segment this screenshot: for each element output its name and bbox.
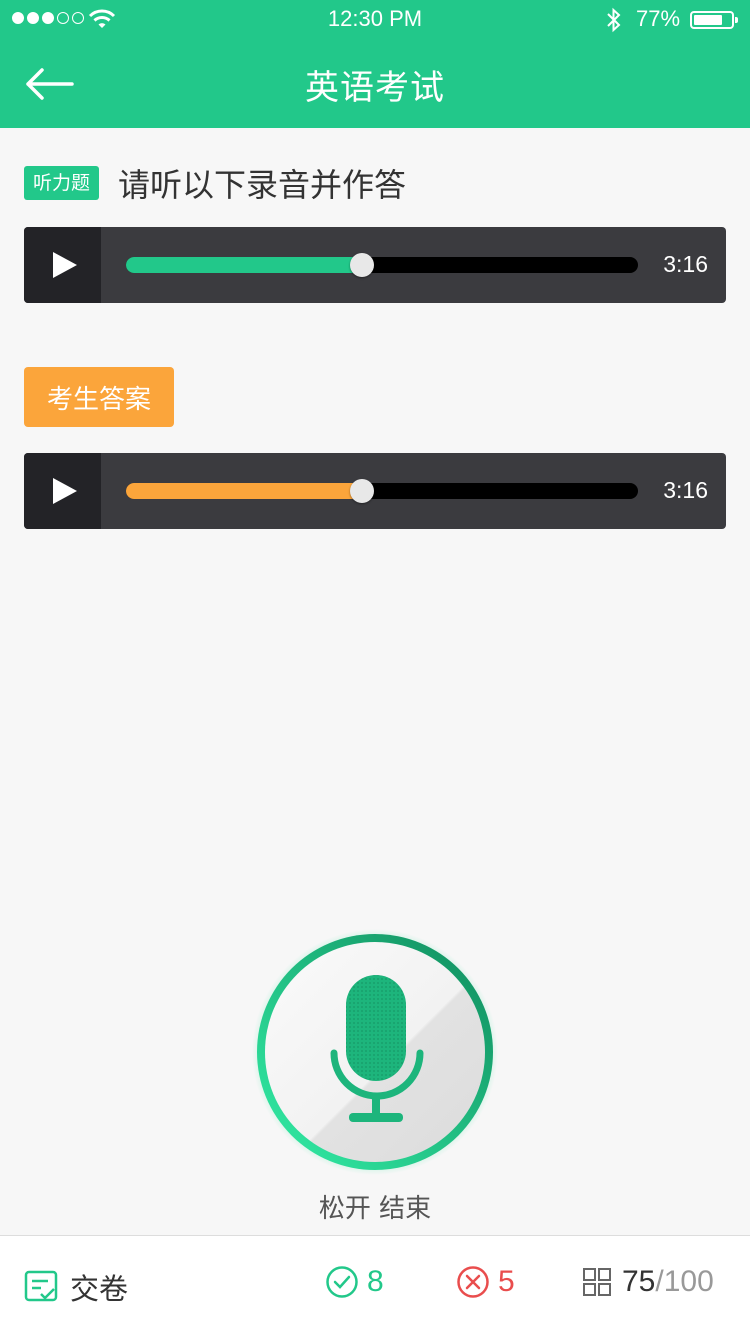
total-questions: /100 [655,1265,714,1298]
battery-icon [690,11,738,29]
question-prompt: 请听以下录音并作答 [118,166,407,204]
submit-paper-icon [24,1270,58,1302]
listening-progress-track[interactable] [126,253,638,277]
answer-progress-track[interactable] [126,479,638,503]
listening-play-button[interactable] [24,227,101,303]
page-title: 英语考试 [305,68,445,108]
question-header: 听力题 请听以下录音并作答 [24,160,406,206]
correct-count-value: 8 [367,1265,384,1298]
battery-percent: 77% [636,6,681,31]
bottom-bar: 交卷 8 5 75/100 [0,1235,750,1334]
listening-duration: 3:16 [663,251,708,277]
play-icon [52,252,77,278]
cross-circle-icon [457,1266,489,1298]
submit-button[interactable]: 交卷 [24,1266,128,1308]
answer-progress-handle[interactable] [349,479,374,503]
listening-progress-handle[interactable] [349,253,374,277]
current-question-number: 75 [622,1265,656,1298]
answer-play-button[interactable] [24,453,101,529]
listening-audio-player: 3:16 [24,227,726,303]
correct-count: 8 [325,1265,384,1299]
check-circle-icon [326,1266,358,1298]
play-icon [52,478,77,504]
bluetooth-icon [607,7,621,33]
question-progress[interactable]: 75/100 [582,1265,714,1299]
question-type-badge: 听力题 [24,166,100,200]
grid-icon [583,1268,611,1296]
answer-duration: 3:16 [663,477,708,503]
record-button[interactable] [252,929,498,1175]
answer-audio-player: 3:16 [24,453,726,529]
listening-progress-fill [126,257,362,273]
header: 12:30 PM 77% 英语考试 [0,0,750,128]
student-answer-badge: 考生答案 [24,367,174,427]
wrong-count-value: 5 [498,1265,515,1298]
record-hint: 松开 结束 [318,1194,432,1224]
microphone-icon [252,929,498,1175]
answer-progress-fill [126,483,362,499]
status-bar: 12:30 PM 77% [0,0,750,40]
submit-label: 交卷 [70,1272,129,1306]
wrong-count: 5 [456,1265,515,1299]
